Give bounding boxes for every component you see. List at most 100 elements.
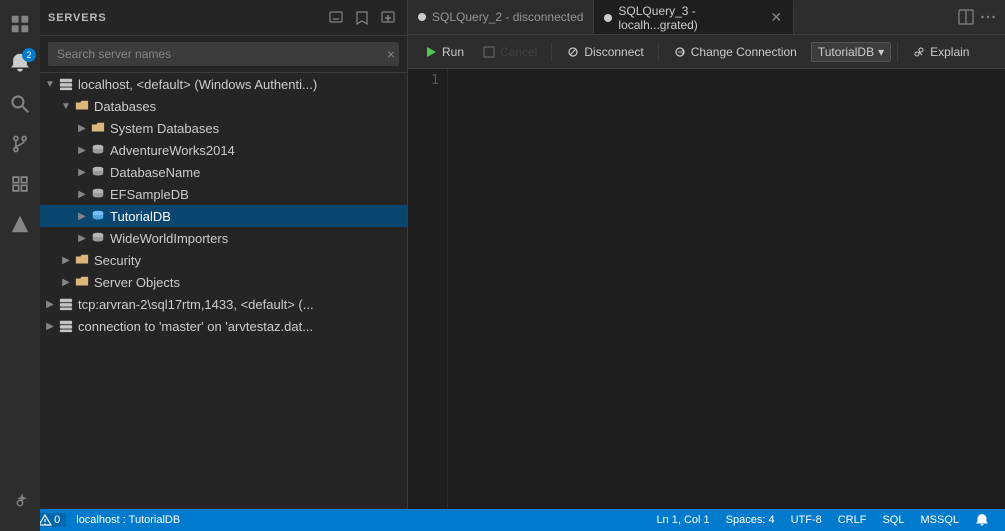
expand-icon: ▶ (74, 164, 90, 180)
activity-bar-deployments[interactable] (0, 204, 40, 244)
tab-sqlquery2[interactable]: SQLQuery_2 - disconnected (408, 0, 594, 34)
database-icon (90, 208, 106, 224)
add-connection-icon[interactable] (377, 7, 399, 29)
tab-label: SQLQuery_3 - localh...grated) (618, 4, 763, 32)
folder-icon (90, 120, 106, 136)
activity-bar-source-control[interactable] (0, 124, 40, 164)
line-number: 1 (408, 73, 439, 88)
bookmark-icon[interactable] (351, 7, 373, 29)
disconnect-button[interactable]: Disconnect (558, 42, 651, 62)
status-spaces[interactable]: Spaces: 4 (718, 509, 783, 531)
expand-icon: ▶ (74, 208, 90, 224)
run-button[interactable]: Run (416, 42, 472, 62)
tab-bar: SQLQuery_2 - disconnected SQLQuery_3 - l… (408, 0, 1005, 35)
split-editor-icon[interactable] (955, 6, 977, 28)
expand-icon: ▼ (42, 76, 58, 92)
tree-item-localhost[interactable]: ▼ localhost, <default> (Windows Authenti… (40, 73, 407, 95)
cancel-icon (482, 45, 496, 59)
database-icon (90, 164, 106, 180)
tree-item-label: EFSampleDB (110, 187, 189, 202)
activity-bar-notifications[interactable]: 2 (0, 44, 40, 84)
search-clear-icon[interactable]: × (387, 46, 395, 62)
database-icon (90, 186, 106, 202)
tree-item-tcp-arvran[interactable]: ▶ tcp:arvran-2\sql17rtm,1433, <default> … (40, 293, 407, 315)
main-layout: SERVERS × ▼ (40, 0, 1005, 509)
tree-item-databasename[interactable]: ▶ DatabaseName (40, 161, 407, 183)
status-line-ending-label: CRLF (838, 514, 867, 526)
tree-item-wideworldimporters[interactable]: ▶ WideWorldImporters (40, 227, 407, 249)
db-selector-value: TutorialDB (818, 45, 874, 59)
expand-icon: ▶ (42, 318, 58, 334)
folder-icon (74, 252, 90, 268)
expand-icon: ▶ (74, 120, 90, 136)
tree-item-security[interactable]: ▶ Security (40, 249, 407, 271)
change-connection-button[interactable]: Change Connection (665, 42, 805, 62)
change-connection-icon (673, 45, 687, 59)
activity-bar-explorer[interactable] (0, 4, 40, 44)
search-container: × (40, 36, 407, 73)
tree-item-connection-master[interactable]: ▶ connection to 'master' on 'arvtestaz.d… (40, 315, 407, 337)
database-icon (90, 142, 106, 158)
tree-item-efsampledb[interactable]: ▶ EFSampleDB (40, 183, 407, 205)
server-icon (58, 76, 74, 92)
status-connection[interactable]: localhost : TutorialDB (68, 509, 188, 531)
tree-item-label: TutorialDB (110, 209, 171, 224)
activity-bar-extensions[interactable] (0, 164, 40, 204)
activity-bar-search[interactable] (0, 84, 40, 124)
tree-item-system-databases[interactable]: ▶ System Databases (40, 117, 407, 139)
status-language[interactable]: SQL (874, 509, 912, 531)
explain-label: Explain (930, 45, 969, 59)
server-icon (58, 296, 74, 312)
tree-container[interactable]: ▼ localhost, <default> (Windows Authenti… (40, 73, 407, 509)
status-encoding[interactable]: UTF-8 (783, 509, 830, 531)
tree-item-label: WideWorldImporters (110, 231, 228, 246)
tree-item-label: Databases (94, 99, 156, 114)
tree-item-label: System Databases (110, 121, 219, 136)
sidebar-title: SERVERS (48, 12, 107, 24)
run-label: Run (442, 45, 464, 59)
status-notifications-icon[interactable] (967, 509, 997, 531)
notification-badge: 2 (22, 48, 36, 62)
editor-text[interactable] (448, 69, 1005, 509)
more-actions-icon[interactable] (977, 6, 999, 28)
status-dialect-label: MSSQL (920, 514, 959, 526)
tab-close-button[interactable]: ✕ (769, 10, 783, 26)
new-query-icon[interactable] (325, 7, 347, 29)
server-icon (58, 318, 74, 334)
tab-dot (604, 14, 612, 22)
folder-icon (74, 98, 90, 114)
tab-dot (418, 13, 426, 21)
tree-item-label: Security (94, 253, 141, 268)
tree-item-label: AdventureWorks2014 (110, 143, 235, 158)
tree-item-label: Server Objects (94, 275, 180, 290)
expand-icon: ▶ (74, 230, 90, 246)
run-icon (424, 45, 438, 59)
cancel-button[interactable]: Cancel (474, 42, 545, 62)
disconnect-icon (566, 45, 580, 59)
database-icon (90, 230, 106, 246)
expand-icon: ▶ (74, 186, 90, 202)
tree-item-label: localhost, <default> (Windows Authenti..… (78, 77, 317, 92)
tree-item-label: tcp:arvran-2\sql17rtm,1433, <default> (.… (78, 297, 314, 312)
folder-icon (74, 274, 90, 290)
db-selector-arrow: ▾ (878, 45, 884, 59)
explain-button[interactable]: Explain (904, 42, 977, 62)
status-dialect[interactable]: MSSQL (912, 509, 967, 531)
tree-item-tutorialdb[interactable]: ▶ TutorialDB (40, 205, 407, 227)
status-spaces-label: Spaces: 4 (726, 514, 775, 526)
status-line-ending[interactable]: CRLF (830, 509, 875, 531)
db-selector[interactable]: TutorialDB ▾ (811, 42, 891, 62)
tree-item-adventureworks[interactable]: ▶ AdventureWorks2014 (40, 139, 407, 161)
editor-content: 1 (408, 69, 1005, 509)
search-box: × (48, 42, 399, 66)
tab-label: SQLQuery_2 - disconnected (432, 10, 583, 24)
tree-item-server-objects[interactable]: ▶ Server Objects (40, 271, 407, 293)
activity-bar-settings[interactable] (0, 483, 40, 523)
query-toolbar: Run Cancel Disconnect Change Conn (408, 35, 1005, 69)
status-position[interactable]: Ln 1, Col 1 (648, 509, 717, 531)
expand-icon: ▶ (74, 142, 90, 158)
tab-sqlquery3[interactable]: SQLQuery_3 - localh...grated) ✕ (594, 0, 794, 34)
sidebar-header-icons (325, 7, 399, 29)
search-input[interactable] (48, 42, 399, 66)
tree-item-databases[interactable]: ▼ Databases (40, 95, 407, 117)
